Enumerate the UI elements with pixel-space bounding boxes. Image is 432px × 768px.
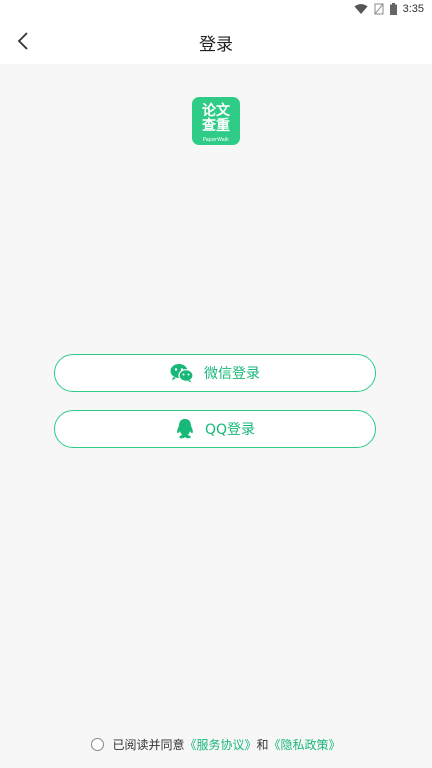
battery-icon [389, 3, 397, 15]
app-logo: 论文 查重 PaperWalk [192, 97, 240, 145]
status-time: 3:35 [402, 3, 424, 15]
status-bar: 3:35 [0, 0, 432, 18]
qq-login-label: QQ登录 [204, 422, 256, 438]
logo-brand: PaperWalk [203, 137, 229, 143]
logo-line1: 论文 [202, 102, 231, 119]
logo-line2: 查重 [202, 117, 230, 134]
privacy-policy-link[interactable]: 《隐私政策》 [269, 736, 341, 753]
status-icons: 3:35 [354, 2, 424, 16]
and-text: 和 [256, 738, 269, 752]
agreement-row: 已阅读并同意 《服务协议》 和 《隐私政策》 [0, 736, 432, 753]
wechat-login-label: 微信登录 [204, 366, 260, 382]
agree-text: 已阅读并同意 [112, 738, 185, 752]
agree-radio[interactable] [91, 738, 105, 751]
app-bar: 登录 [0, 18, 432, 64]
wifi-icon [354, 4, 368, 14]
service-agreement-link[interactable]: 《服务协议》 [184, 736, 256, 753]
wechat-login-button[interactable]: 微信登录 [54, 354, 376, 392]
wechat-icon [170, 364, 194, 383]
qq-login-button[interactable]: QQ登录 [54, 410, 376, 448]
page-title: 登录 [199, 35, 233, 55]
no-signal-icon [374, 3, 384, 15]
qq-icon [177, 419, 193, 439]
